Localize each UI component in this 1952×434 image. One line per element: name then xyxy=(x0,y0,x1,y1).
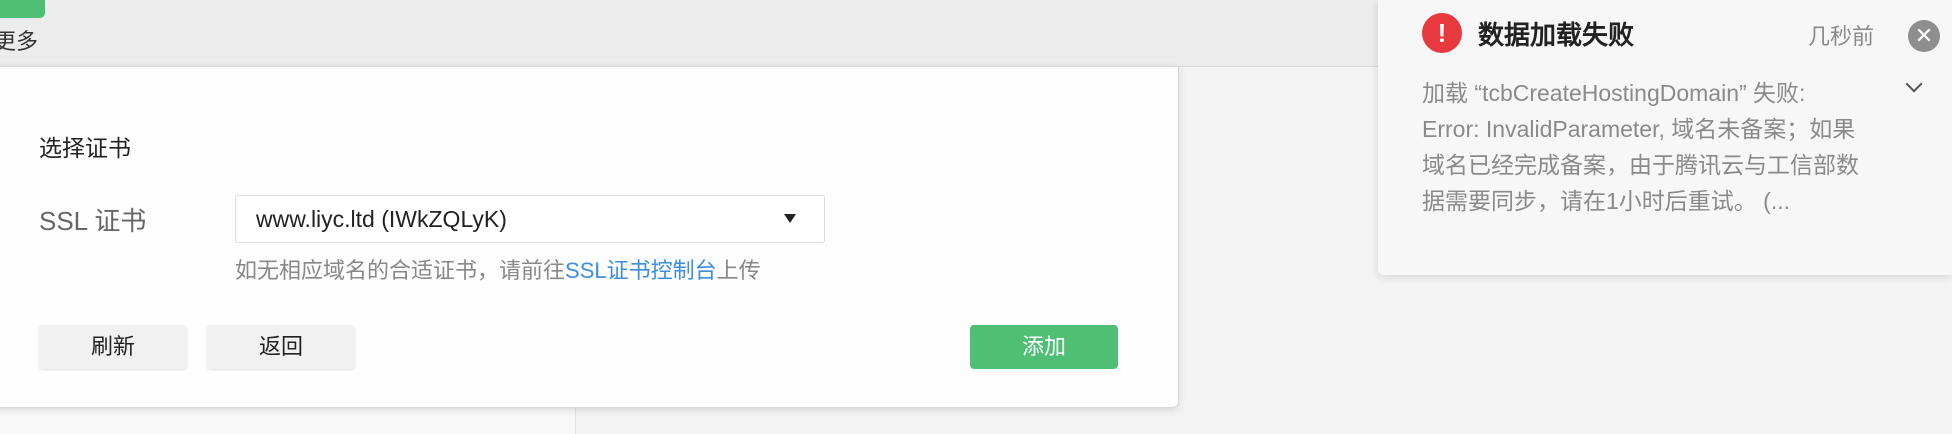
more-link[interactable]: 更多 xyxy=(0,24,38,56)
notification-message: 加载 “tcbCreateHostingDomain” 失败: Error: I… xyxy=(1422,80,1859,214)
notification-time: 几秒前 xyxy=(1808,24,1875,49)
add-button[interactable]: 添加 xyxy=(970,325,1118,369)
ssl-certificate-label: SSL 证书 xyxy=(39,206,147,236)
close-icon[interactable]: ✕ xyxy=(1908,20,1940,52)
notification-title: 数据加载失败 xyxy=(1478,20,1635,50)
certificate-dialog: 选择证书 SSL 证书 www.liyc.ltd (IWkZQLyK) 如无相应… xyxy=(0,66,1179,408)
error-notification: ! 数据加载失败 几秒前 ✕ 加载 “tcbCreateHostingDomai… xyxy=(1378,0,1952,275)
top-green-button[interactable] xyxy=(0,0,45,18)
error-icon: ! xyxy=(1422,13,1462,53)
certificate-hint: 如无相应域名的合适证书，请前往SSL证书控制台上传 xyxy=(235,253,761,285)
hint-suffix: 上传 xyxy=(716,258,761,283)
refresh-button[interactable]: 刷新 xyxy=(39,325,187,369)
certificate-select-value: www.liyc.ltd (IWkZQLyK) xyxy=(256,206,507,232)
ssl-console-link[interactable]: SSL证书控制台 xyxy=(565,258,717,283)
certificate-select[interactable]: www.liyc.ltd (IWkZQLyK) xyxy=(235,195,825,243)
caret-down-icon xyxy=(784,214,796,223)
back-button[interactable]: 返回 xyxy=(207,325,355,369)
chevron-down-icon[interactable] xyxy=(1905,75,1923,93)
dialog-title: 选择证书 xyxy=(39,135,131,161)
hint-prefix: 如无相应域名的合适证书，请前往 xyxy=(235,258,566,283)
